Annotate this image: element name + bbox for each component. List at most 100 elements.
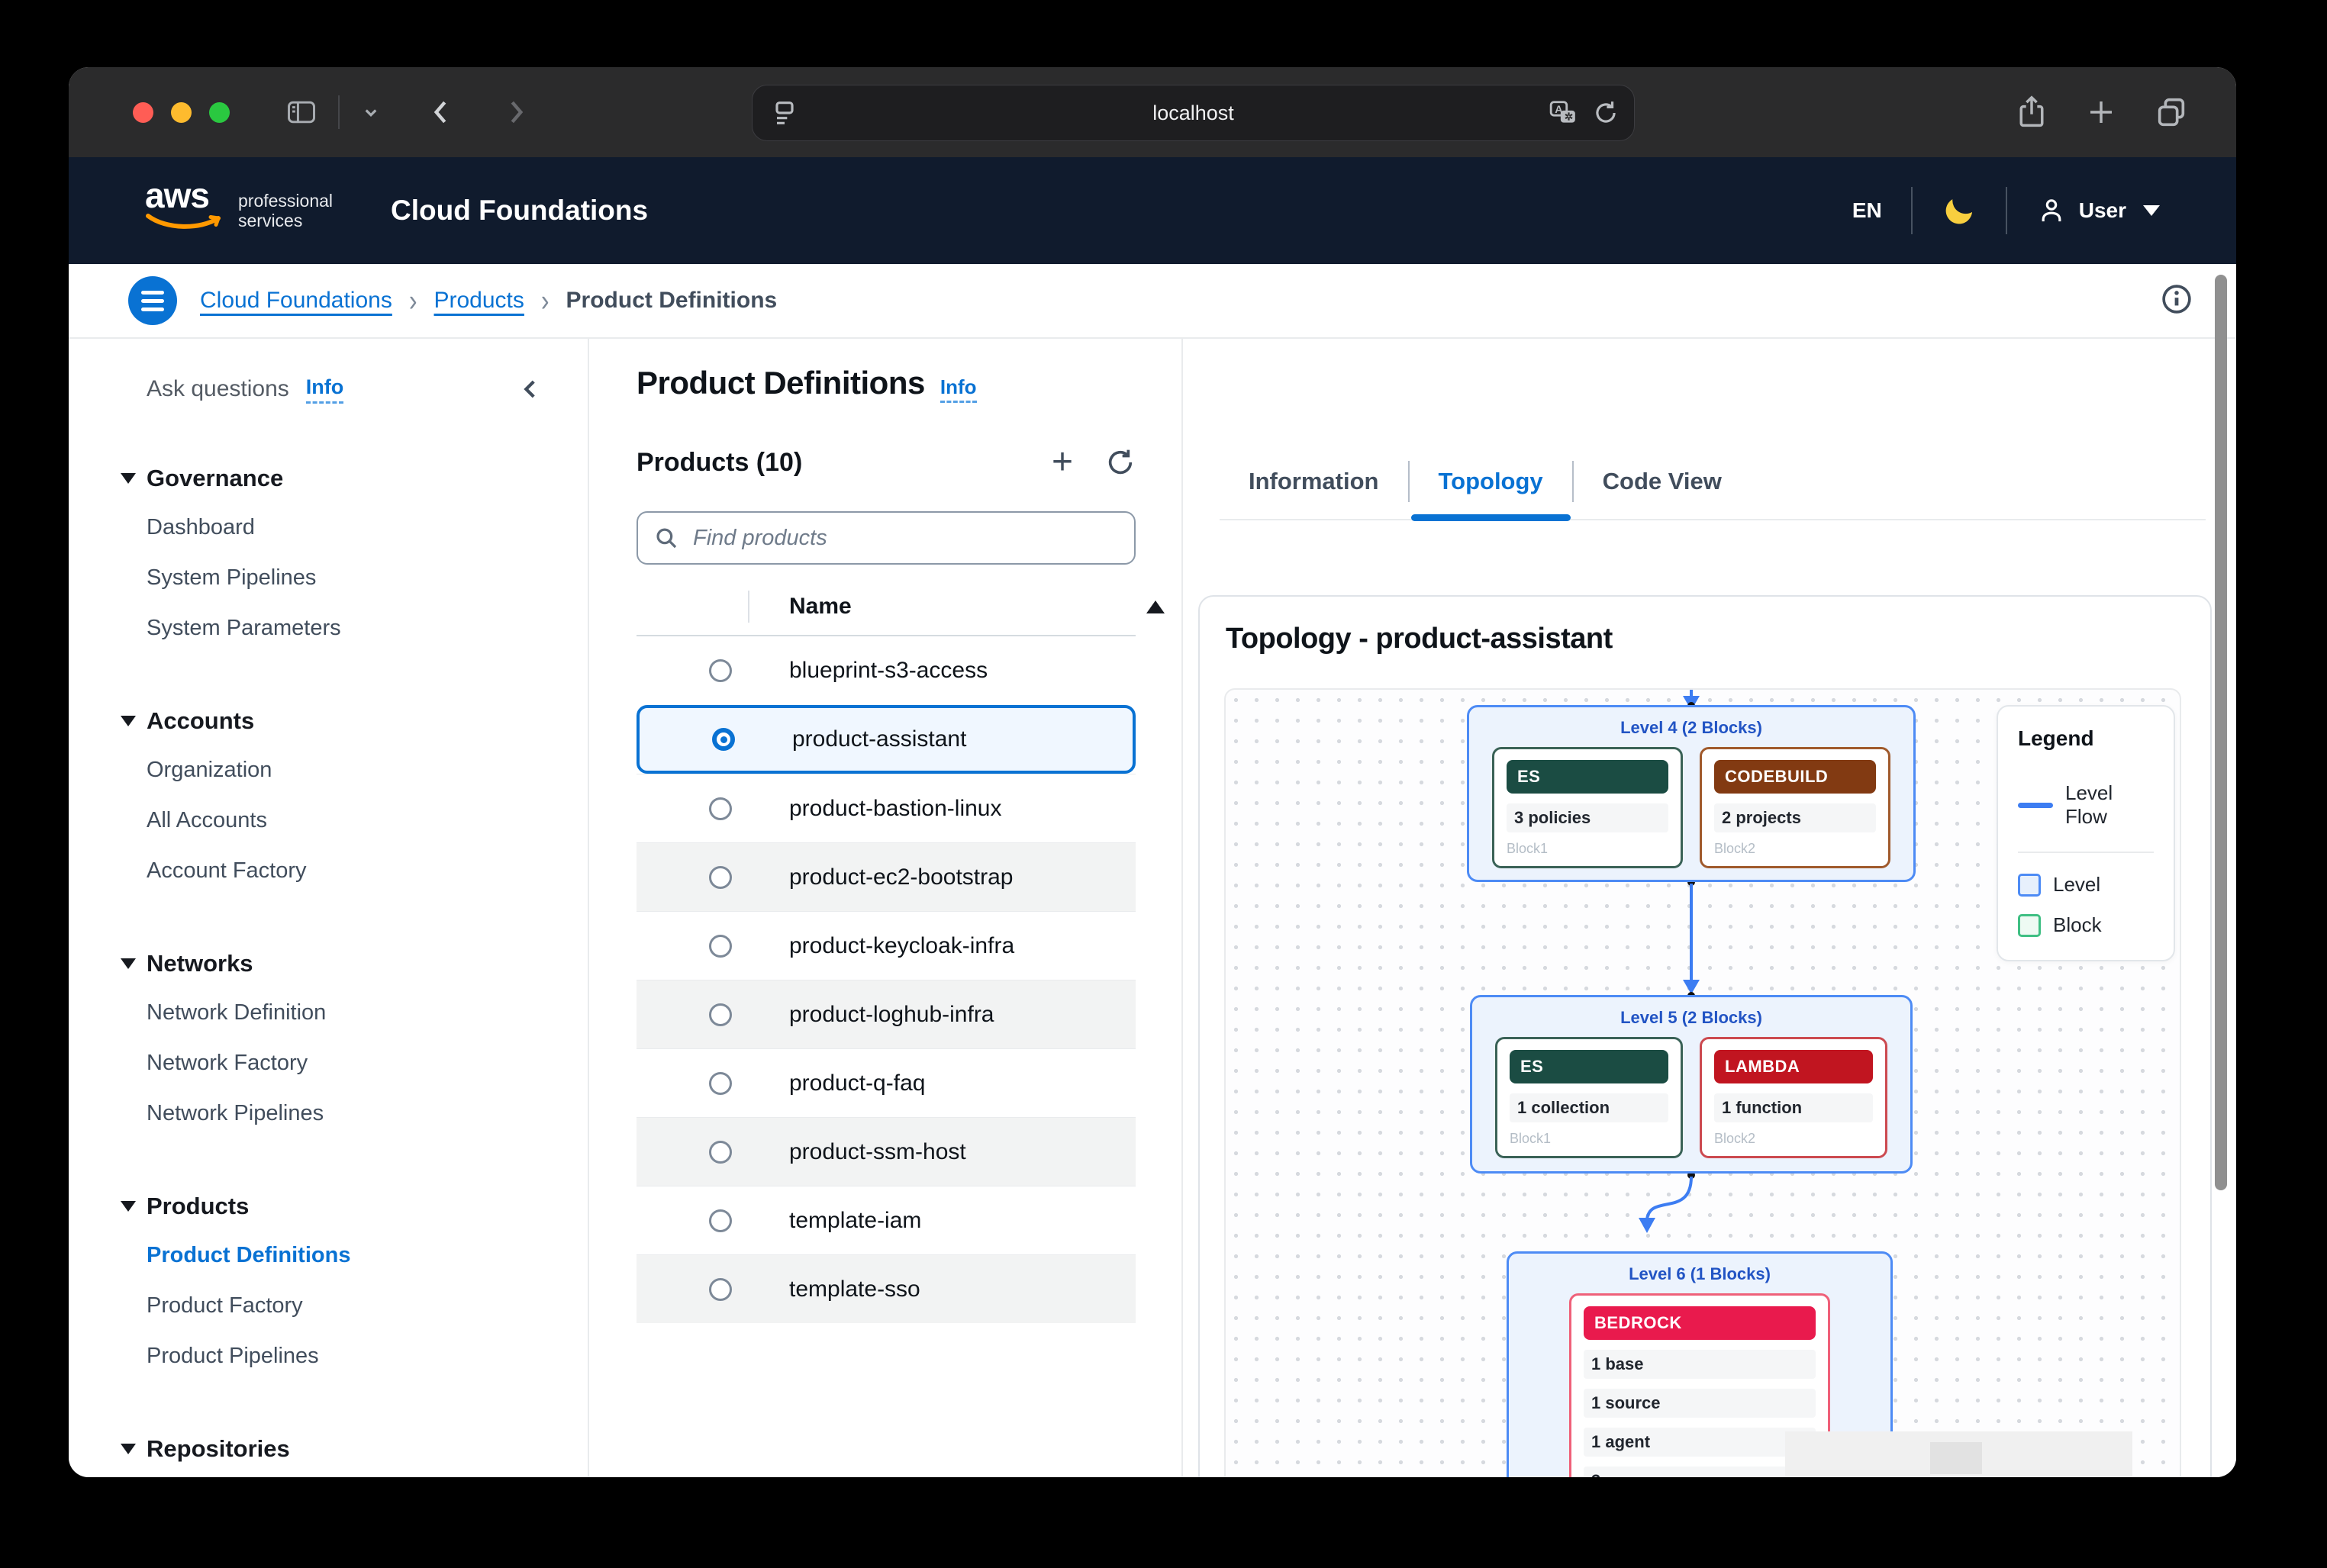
sidebar-section-networks: NetworksNetwork DefinitionNetwork Factor… (69, 940, 588, 1138)
share-icon[interactable] (2015, 94, 2048, 130)
sidebar-section-header-products[interactable]: Products (69, 1183, 588, 1230)
sidebar-section-accounts: AccountsOrganizationAll AccountsAccount … (69, 697, 588, 896)
app-header: aws professional services Cloud Foundati… (69, 157, 2236, 264)
table-row-product-bastion-linux[interactable]: product-bastion-linux (637, 774, 1136, 842)
chevron-down-icon[interactable] (359, 101, 382, 124)
breadcrumb-item-product-definitions: Product Definitions (566, 288, 778, 314)
refresh-icon[interactable] (1105, 447, 1136, 478)
detail-tabs: InformationTopologyCode View (1220, 444, 2206, 520)
menu-button[interactable] (128, 276, 177, 325)
sort-ascending-icon[interactable] (1146, 600, 1165, 613)
back-button[interactable] (425, 95, 459, 129)
block-card-lambda[interactable]: LAMBDA1 functionBlock2 (1700, 1037, 1887, 1158)
sidebar-item-organization[interactable]: Organization (69, 745, 588, 795)
sidebar-item-network-pipelines[interactable]: Network Pipelines (69, 1088, 588, 1138)
level-label: Level (2053, 873, 2100, 897)
table-row-template-iam[interactable]: template-iam (637, 1186, 1136, 1254)
close-window-button[interactable] (133, 102, 153, 123)
sidebar-item-all-accounts[interactable]: All Accounts (69, 795, 588, 845)
zoom-window-button[interactable] (209, 102, 230, 123)
breadcrumb-item-products[interactable]: Products (434, 288, 524, 314)
tab-code-view[interactable]: Code View (1574, 443, 1751, 520)
detail-pane: InformationTopologyCode View Topology - … (1183, 339, 2236, 1477)
tab-overview-icon[interactable] (2154, 95, 2189, 130)
svg-text:✲: ✲ (1565, 111, 1573, 123)
language-selector[interactable]: EN (1852, 198, 1882, 223)
user-menu[interactable]: User (2036, 195, 2160, 226)
sidebar-section-header-networks[interactable]: Networks (69, 940, 588, 987)
sidebar-item-product-definitions[interactable]: Product Definitions (69, 1230, 588, 1280)
products-list: blueprint-s3-accessproduct-assistantprod… (637, 636, 1136, 1323)
radio-button[interactable] (709, 659, 732, 682)
browser-toolbar: aea localhost A (69, 67, 2236, 157)
radio-button[interactable] (709, 1141, 732, 1164)
radio-button[interactable] (709, 866, 732, 889)
sidebar-item-dashboard[interactable]: Dashboard (69, 502, 588, 552)
block-card-codebuild[interactable]: CODEBUILD2 projectsBlock2 (1700, 747, 1890, 868)
radio-button[interactable] (709, 1209, 732, 1232)
search-input[interactable] (691, 525, 1119, 552)
minimap-node (1930, 1442, 1982, 1474)
reload-icon[interactable] (1591, 98, 1620, 127)
radio-button[interactable] (709, 1072, 732, 1095)
level-node-4[interactable]: Level 4 (2 Blocks)ES3 policiesBlock1CODE… (1467, 705, 1916, 882)
table-row-product-ssm-host[interactable]: product-ssm-host (637, 1117, 1136, 1186)
tab-topology[interactable]: Topology (1410, 443, 1572, 520)
radio-button[interactable] (709, 797, 732, 820)
sidebar-item-product-pipelines[interactable]: Product Pipelines (69, 1331, 588, 1381)
table-row-product-loghub-infra[interactable]: product-loghub-infra (637, 980, 1136, 1048)
level-node-5[interactable]: Level 5 (2 Blocks)ES1 collectionBlock1LA… (1470, 995, 1913, 1174)
aws-logo-text: aws (145, 178, 229, 213)
sidebar-item-system-pipelines[interactable]: System Pipelines (69, 552, 588, 603)
sidebar-item-system-parameters[interactable]: System Parameters (69, 603, 588, 653)
table-row-product-keycloak-infra[interactable]: product-keycloak-infra (637, 911, 1136, 980)
radio-button[interactable] (709, 1278, 732, 1301)
minimize-window-button[interactable] (171, 102, 192, 123)
table-row-template-sso[interactable]: template-sso (637, 1254, 1136, 1323)
block-detail: 1 function (1714, 1093, 1873, 1122)
forward-button[interactable] (498, 95, 532, 129)
page-title-info-link[interactable]: Info (940, 375, 977, 403)
user-icon (2036, 195, 2067, 226)
table-row-product-assistant[interactable]: product-assistant (637, 705, 1136, 774)
new-tab-icon[interactable] (2085, 96, 2117, 128)
header-divider (1911, 187, 1913, 234)
radio-button[interactable] (709, 935, 732, 958)
user-label: User (2079, 198, 2126, 223)
translate-icon[interactable]: A ✲ (1547, 98, 1579, 127)
triangle-down-icon (121, 1201, 136, 1212)
radio-button[interactable] (709, 1003, 732, 1026)
name-column-header[interactable]: Name (789, 594, 852, 620)
add-product-button[interactable]: + (1052, 444, 1073, 481)
dark-mode-moon-icon[interactable] (1942, 193, 1977, 228)
breadcrumb-bar: Cloud Foundations›Products›Product Defin… (69, 264, 2236, 339)
ask-questions-info-link[interactable]: Info (306, 375, 343, 404)
sidebar-item-network-factory[interactable]: Network Factory (69, 1038, 588, 1088)
sidebar-section-header-repositories[interactable]: Repositories (69, 1425, 588, 1473)
breadcrumb-item-cloud-foundations[interactable]: Cloud Foundations (200, 288, 392, 314)
sidebar-toggle-icon[interactable] (285, 95, 318, 129)
address-bar[interactable]: localhost A ✲ (752, 85, 1635, 141)
info-icon[interactable] (2160, 282, 2193, 320)
table-row-product-ec2-bootstrap[interactable]: product-ec2-bootstrap (637, 842, 1136, 911)
block-card-es[interactable]: ES1 collectionBlock1 (1495, 1037, 1683, 1158)
sidebar-section-header-accounts[interactable]: Accounts (69, 697, 588, 745)
search-products-field[interactable] (637, 511, 1136, 565)
sidebar-item-account-factory[interactable]: Account Factory (69, 845, 588, 896)
search-icon (653, 525, 679, 551)
block-card-es[interactable]: ES3 policiesBlock1 (1492, 747, 1683, 868)
radio-button[interactable] (712, 728, 735, 751)
collapse-sidebar-button[interactable] (517, 376, 543, 402)
sidebar-item-all-repositories[interactable]: All Repositories (69, 1473, 588, 1477)
table-row-product-q-faq[interactable]: product-q-faq (637, 1048, 1136, 1117)
triangle-down-icon (121, 958, 136, 969)
flow-minimap[interactable] (1785, 1431, 2132, 1477)
page-scrollbar[interactable] (2215, 275, 2227, 1190)
sidebar-item-product-factory[interactable]: Product Factory (69, 1280, 588, 1331)
table-row-blueprint-s3-access[interactable]: blueprint-s3-access (637, 636, 1136, 705)
tab-information[interactable]: Information (1220, 443, 1408, 520)
url-text[interactable]: localhost (753, 101, 1634, 125)
sidebar-item-network-definition[interactable]: Network Definition (69, 987, 588, 1038)
topology-canvas[interactable]: Level 4 (2 Blocks)ES3 policiesBlock1CODE… (1224, 688, 2181, 1477)
sidebar-section-header-governance[interactable]: Governance (69, 455, 588, 502)
